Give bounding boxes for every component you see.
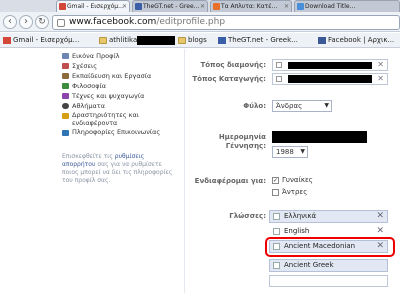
sidebar-item-relationships[interactable]: Σχέσεις: [62, 61, 180, 71]
relationships-icon: [62, 63, 69, 69]
bookmark-label: blogs: [188, 36, 207, 44]
remove-language-icon[interactable]: ✕: [376, 211, 384, 222]
column-divider: [184, 49, 185, 293]
folder-icon: [178, 37, 186, 44]
redaction: [288, 75, 372, 83]
browser-toolbar: ‹ › ↻ www.facebook.com/editprofile.php: [0, 12, 400, 32]
sidebar-item-label: Τέχνες και ψυχαγωγία: [72, 92, 145, 100]
close-tab-icon[interactable]: ✕: [122, 1, 127, 12]
remove-icon[interactable]: ✕: [377, 60, 384, 70]
remove-icon[interactable]: ✕: [377, 74, 384, 84]
language-token-greek[interactable]: Ελληνικά ✕: [269, 210, 388, 223]
activities-icon: [62, 113, 69, 119]
add-language-input[interactable]: [269, 275, 388, 287]
checkbox-icon: [272, 189, 279, 196]
red-highlight-annotation: [265, 237, 395, 257]
bookmarks-bar: Gmail - Εισερχόμ... athlitika blogs TheG…: [0, 33, 400, 48]
tab-title: Τα Απλυτα: Κατέ...: [221, 3, 278, 10]
philosophy-icon: [62, 83, 69, 89]
profile-sections-sidebar: Εικόνα Προφίλ Σχέσεις Εκπαίδευση και Εργ…: [62, 51, 180, 185]
residence-label: Τόπος διαμονής:: [200, 61, 266, 69]
gmail-icon: [3, 37, 11, 44]
page-icon: [57, 19, 65, 27]
remove-language-icon[interactable]: ✕: [376, 226, 384, 237]
bookmark-label: TheGT.net - Greek...: [228, 36, 298, 44]
thegt-icon: [218, 37, 226, 44]
close-tab-icon[interactable]: ✕: [200, 1, 205, 12]
languages-label: Γλώσσες:: [229, 212, 266, 220]
bookmark-athlitika[interactable]: athlitika: [99, 35, 137, 46]
language-icon: [273, 213, 280, 220]
tab-title: Gmail - Εισερχόμ...: [67, 3, 124, 10]
sidebar-item-arts[interactable]: Τέχνες και ψυχαγωγία: [62, 91, 180, 101]
back-button[interactable]: ‹: [3, 15, 17, 29]
sidebar-item-label: Εκπαίδευση και Εργασία: [72, 72, 152, 80]
interested-women-checkbox[interactable]: ✓ Γυναίκες: [272, 176, 313, 185]
sidebar-item-profile-picture[interactable]: Εικόνα Προφίλ: [62, 51, 180, 61]
sidebar-item-label: Πληροφορίες Επικοινωνίας: [72, 128, 161, 136]
tab-strip: Gmail - Εισερχόμ... ✕ TheGT.net - Gree..…: [0, 0, 400, 12]
blog-icon: [213, 3, 220, 10]
bookmark-label: Facebook | Αρχικ...: [328, 36, 395, 44]
checkbox-icon: ✓: [272, 177, 279, 184]
sidebar-item-label: Δραστηριότητες και ενδιαφέροντα: [72, 111, 139, 127]
sidebar-item-label: Φιλοσοφία: [72, 82, 107, 90]
education-icon: [62, 73, 69, 79]
profile-picture-icon: [62, 53, 69, 59]
language-icon: [273, 262, 280, 269]
privacy-note: Επισκεφθείτε τις ρυθμίσεις απορρήτου σας…: [62, 153, 173, 184]
edit-profile-page: Εικόνα Προφίλ Σχέσεις Εκπαίδευση και Εργ…: [0, 49, 400, 293]
sidebar-item-education[interactable]: Εκπαίδευση και Εργασία: [62, 71, 180, 81]
interested-men-checkbox[interactable]: Άντρες: [272, 188, 307, 197]
redaction: [272, 131, 367, 143]
birth-year-select[interactable]: 1988 ▼: [272, 146, 308, 158]
redaction: [288, 62, 372, 69]
sidebar-item-activities[interactable]: Δραστηριότητες και ενδιαφέροντα: [62, 111, 180, 128]
contact-icon: [62, 130, 69, 136]
redaction: [137, 36, 175, 45]
thegt-icon: [135, 3, 142, 10]
address-bar[interactable]: www.facebook.com/editprofile.php: [52, 15, 400, 30]
reload-button[interactable]: ↻: [35, 15, 49, 29]
close-tab-icon[interactable]: ✕: [284, 1, 289, 12]
arts-icon: [62, 93, 69, 99]
dropdown-arrow-icon: ▼: [324, 102, 329, 109]
place-icon: [276, 76, 282, 82]
sidebar-item-label: Εικόνα Προφίλ: [72, 52, 120, 60]
sidebar-item-contact[interactable]: Πληροφορίες Επικοινωνίας: [62, 128, 180, 145]
language-token-ancient-greek[interactable]: Ancient Greek: [269, 259, 388, 272]
interested-in-label: Ενδιαφέρομαι για:: [194, 177, 266, 185]
bookmark-label: Gmail - Εισερχόμ...: [13, 36, 80, 44]
download-icon: [297, 3, 304, 10]
bookmark-label: athlitika: [109, 36, 138, 44]
browser-tab-thegt[interactable]: TheGT.net - Gree... ✕: [132, 0, 208, 12]
sports-icon: [62, 103, 69, 109]
sidebar-item-label: Αθλήματα: [72, 102, 106, 110]
sidebar-item-sports[interactable]: Αθλήματα: [62, 101, 180, 111]
language-icon: [273, 228, 280, 235]
bookmark-gmail[interactable]: Gmail - Εισερχόμ...: [3, 35, 79, 46]
tab-title: Download Title...: [305, 3, 356, 10]
birthday-label: Ημερομηνία Γέννησης:: [218, 133, 266, 150]
folder-icon: [99, 37, 107, 44]
browser-tab-download[interactable]: Download Title...: [294, 0, 400, 12]
url-text: www.facebook.com/editprofile.php: [69, 17, 226, 27]
bookmark-blogs[interactable]: blogs: [178, 35, 207, 46]
browser-tab-gmail[interactable]: Gmail - Εισερχόμ... ✕: [56, 0, 130, 12]
browser-tab-aplyta[interactable]: Τα Απλυτα: Κατέ... ✕: [210, 0, 292, 12]
place-icon: [276, 62, 282, 68]
sidebar-item-philosophy[interactable]: Φιλοσοφία: [62, 81, 180, 91]
sex-select[interactable]: Άνδρας ▼: [272, 100, 332, 112]
forward-button[interactable]: ›: [19, 15, 33, 29]
tab-title: TheGT.net - Gree...: [143, 3, 200, 10]
gmail-icon: [59, 3, 66, 10]
sidebar-item-label: Σχέσεις: [72, 62, 98, 70]
hometown-label: Τόπος Καταγωγής:: [192, 75, 266, 83]
bookmark-thegt[interactable]: TheGT.net - Greek...: [218, 35, 298, 46]
facebook-icon: [318, 37, 326, 44]
bookmark-facebook[interactable]: Facebook | Αρχικ...: [318, 35, 394, 46]
sex-label: Φύλο:: [243, 102, 266, 110]
dropdown-arrow-icon: ▼: [300, 148, 305, 155]
